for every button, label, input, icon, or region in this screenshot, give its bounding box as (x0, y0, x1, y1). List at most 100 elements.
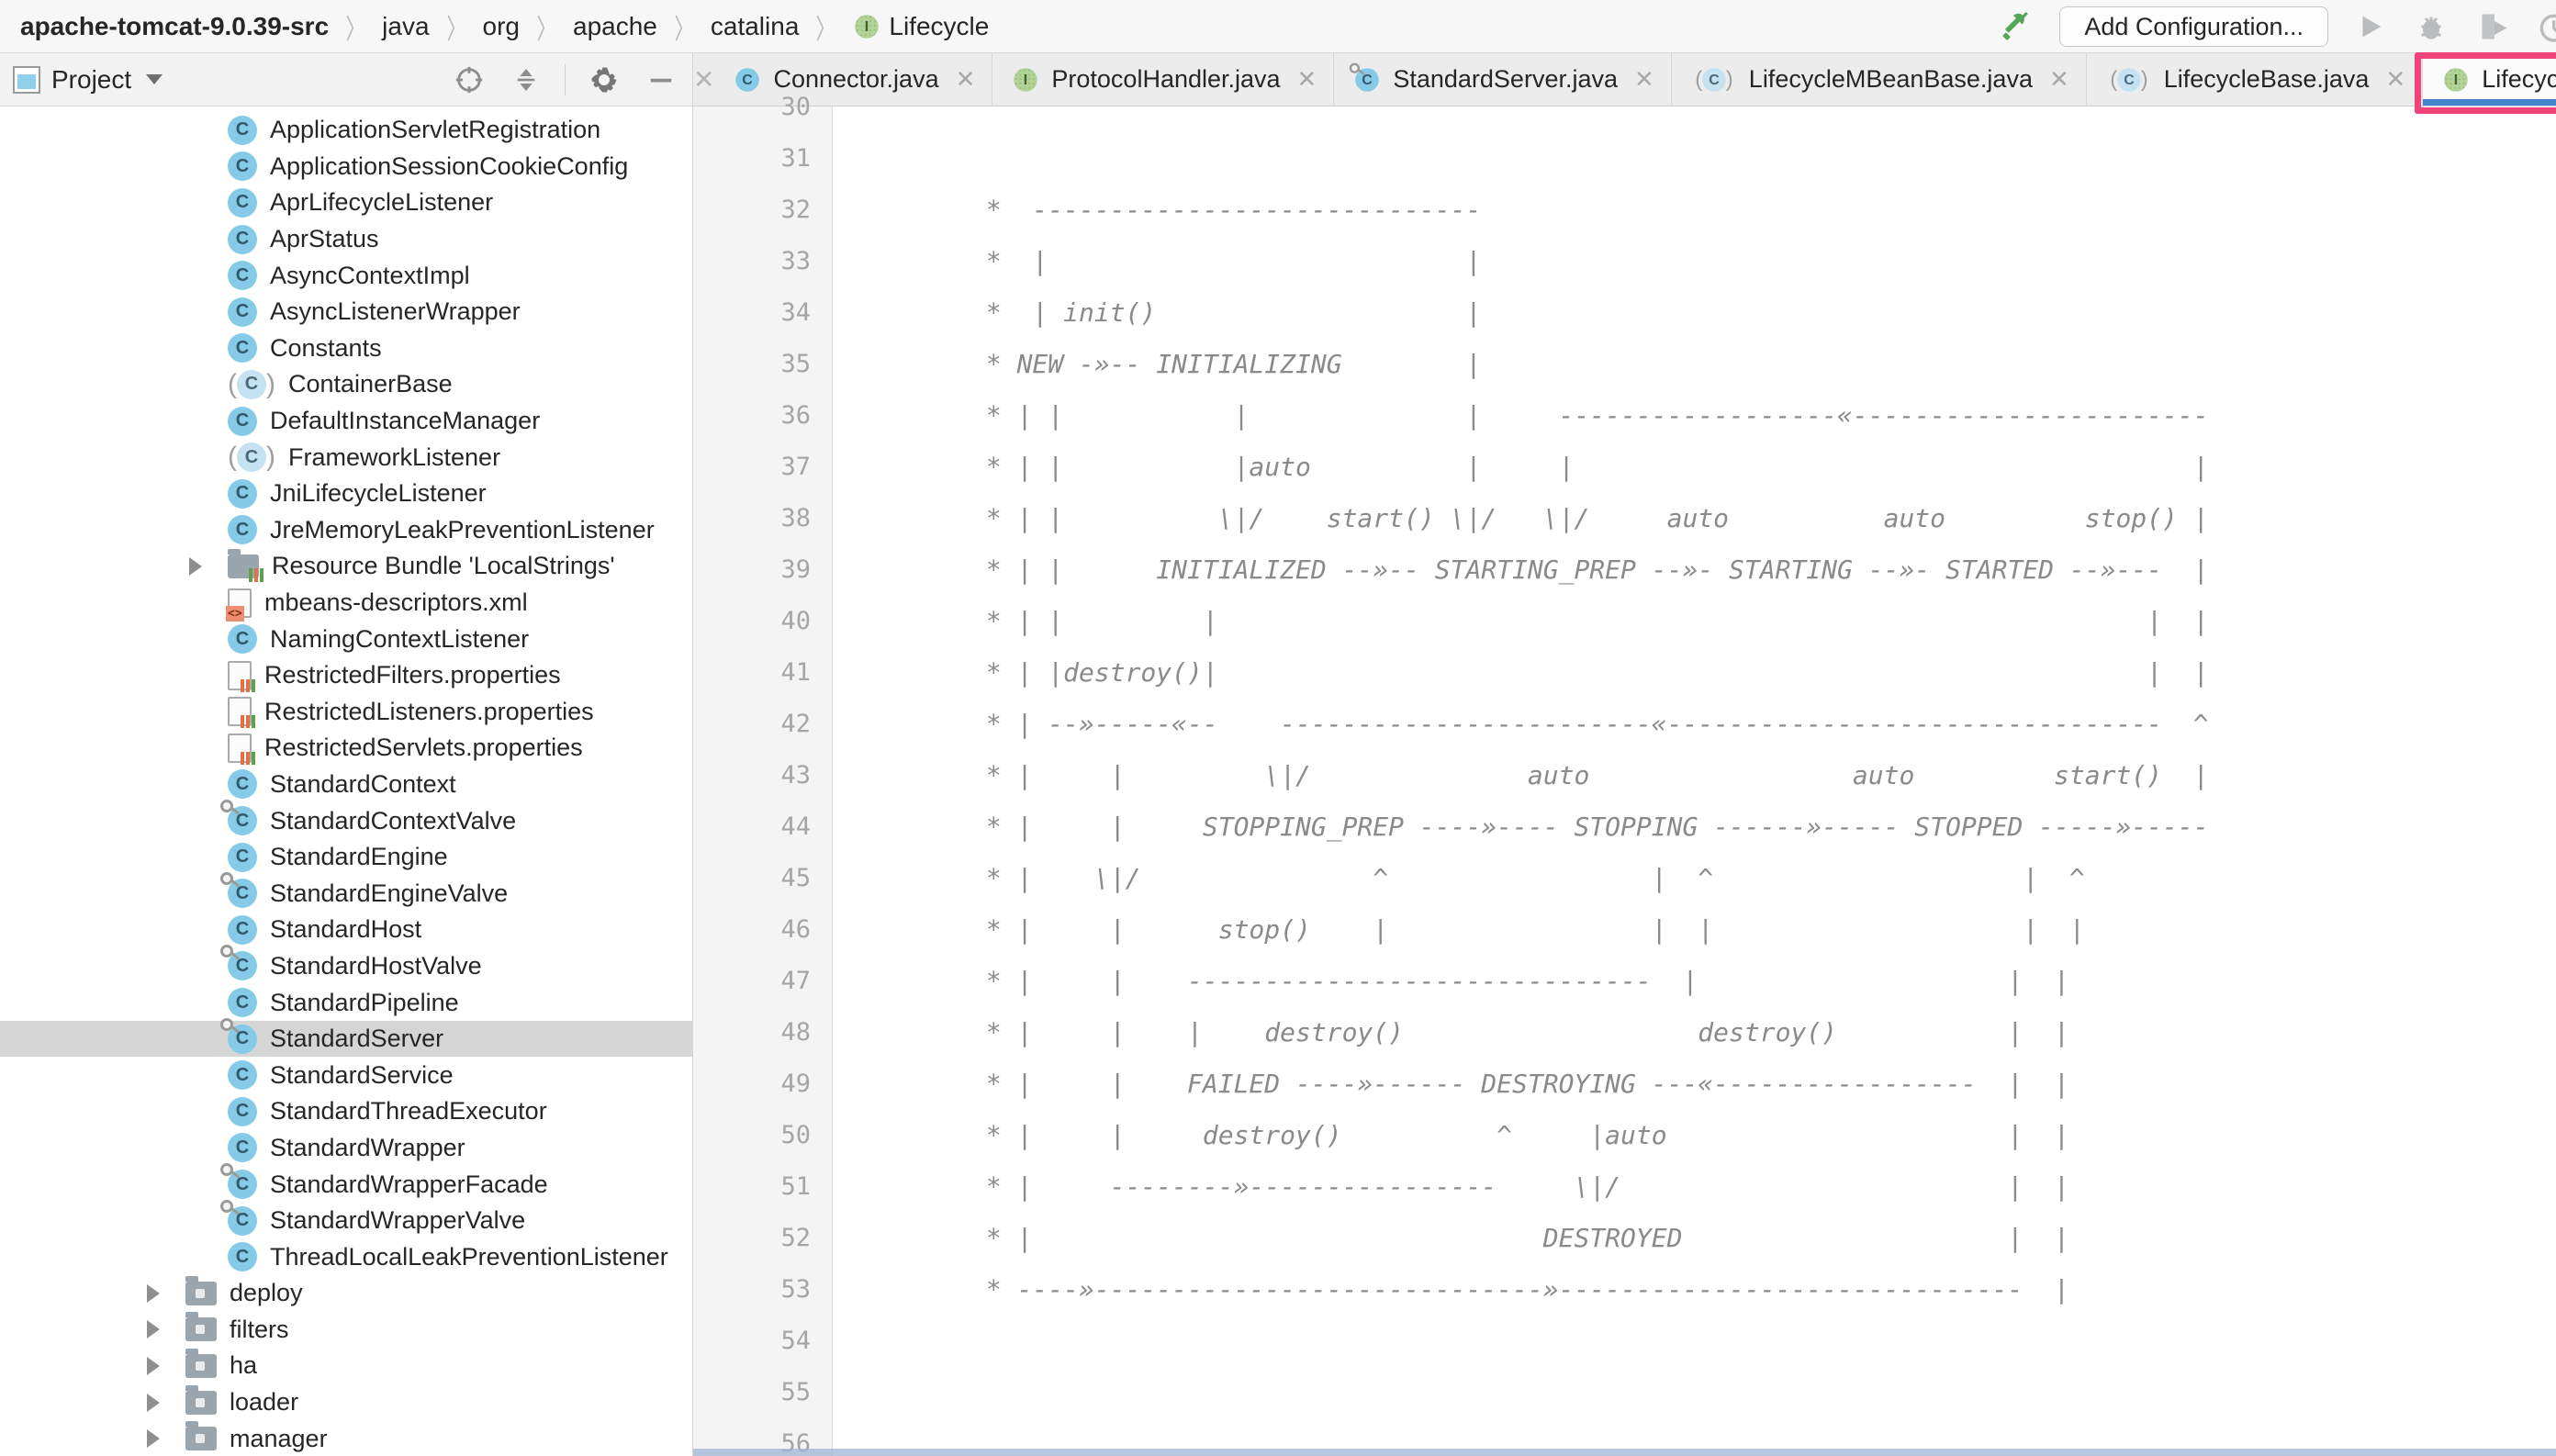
tree-item-standardserver[interactable]: CStandardServer (0, 1021, 692, 1058)
tree-item-standardhostvalve[interactable]: C StandardHostValve (0, 948, 692, 985)
editor-line: 35 * NEW -»-- INITIALIZING | (693, 338, 2556, 389)
profiler-icon[interactable] (2534, 8, 2556, 45)
tree-item-standardwrapperfacade[interactable]: CStandardWrapperFacade (0, 1166, 692, 1203)
resource-bundle-icon (228, 554, 259, 578)
tree-item-standardenginevalve[interactable]: CStandardEngineValve (0, 875, 692, 912)
line-number: 52 (693, 1224, 833, 1252)
add-configuration-button[interactable]: Add Configuration... (2059, 6, 2328, 47)
build-hammer-icon[interactable] (1999, 8, 2035, 45)
tree-item-aprstatus[interactable]: CAprStatus (0, 221, 692, 258)
tree-item-deploy[interactable]: deploy (0, 1275, 692, 1312)
tree-item-label: StandardContext (270, 770, 456, 799)
tree-item-standardservice[interactable]: C StandardService (0, 1057, 692, 1093)
expand-arrow-icon[interactable] (134, 1357, 173, 1375)
locate-icon[interactable] (451, 62, 488, 98)
tree-item-standardpipeline[interactable]: CStandardPipeline (0, 984, 692, 1021)
tree-item-mbeans-descriptors-xml[interactable]: mbeans-descriptors.xml (0, 585, 692, 622)
tree-item-filters[interactable]: filters (0, 1312, 692, 1349)
tree-item-label: RestrictedServlets.properties (264, 734, 583, 762)
code-text: * | | INITIALIZED --»-- STARTING_PREP --… (833, 554, 2209, 585)
tree-item-threadlocalleakpreventionlistener[interactable]: CThreadLocalLeakPreventionListener (0, 1238, 692, 1275)
line-number: 32 (693, 196, 833, 224)
tree-item-standardwrapper[interactable]: CStandardWrapper (0, 1130, 692, 1167)
key-badge-icon (1350, 62, 1360, 73)
tree-item-standardengine[interactable]: CStandardEngine (0, 839, 692, 876)
tree-item-label: FrameworkListener (288, 443, 500, 472)
code-text: * ----------------------------- (833, 195, 1481, 225)
tree-item-constants[interactable]: CConstants (0, 330, 692, 367)
editor-line: 30 (693, 81, 2556, 132)
debug-icon[interactable] (2413, 8, 2450, 45)
editor-line: 40 * | | | | | (693, 595, 2556, 646)
class-icon: C (228, 1170, 257, 1199)
breadcrumb-segment[interactable]: org (483, 12, 520, 41)
tree-item-label: StandardHostValve (270, 952, 482, 980)
expand-arrow-icon[interactable] (134, 1394, 173, 1412)
tree-item-asynccontextimpl[interactable]: CAsyncContextImpl (0, 257, 692, 294)
expand-arrow-icon[interactable] (134, 1429, 173, 1448)
tree-item-jnilifecyclelistener[interactable]: CJniLifecycleListener (0, 476, 692, 512)
tree-item-jrememoryleakpreventionlistener[interactable]: CJreMemoryLeakPreventionListener (0, 512, 692, 549)
breadcrumb-segment[interactable]: java (382, 12, 429, 41)
settings-gear-icon[interactable] (586, 62, 622, 98)
tree-item-standardcontext[interactable]: CStandardContext (0, 767, 692, 803)
tree-item-resource-bundle-localstrings[interactable]: Resource Bundle 'LocalStrings' (0, 548, 692, 585)
project-panel-title[interactable]: Project (51, 65, 131, 95)
tree-item-standardcontextvalve[interactable]: CStandardContextValve (0, 802, 692, 839)
breadcrumb: apache-tomcat-9.0.39-src〉java〉org〉apache… (20, 6, 989, 47)
tree-item-loader[interactable]: loader (0, 1384, 692, 1421)
tree-item-standardwrappervalve[interactable]: CStandardWrapperValve (0, 1203, 692, 1239)
editor-line: 36 * | | | | ------------------«--------… (693, 389, 2556, 441)
collapse-all-icon[interactable] (508, 62, 544, 98)
code-text: * | | |auto | | | (833, 452, 2209, 482)
hide-panel-icon[interactable] (643, 62, 679, 98)
editor-line: 46 * | | stop() | | | | | (693, 903, 2556, 955)
project-tree[interactable]: CApplicationServletRegistrationCApplicat… (0, 106, 693, 1456)
breadcrumb-segment[interactable]: apache-tomcat-9.0.39-src (20, 12, 329, 41)
tree-item-frameworklistener[interactable]: (C)FrameworkListener (0, 439, 692, 476)
editor-line: 38 * | | \|/ start() \|/ \|/ auto auto s… (693, 492, 2556, 543)
editor-line: 31 (693, 132, 2556, 184)
run-with-coverage-icon[interactable] (2473, 8, 2510, 45)
tree-item-manager[interactable]: manager (0, 1420, 692, 1456)
expand-arrow-icon[interactable] (134, 1320, 173, 1338)
divider (565, 64, 566, 95)
abstract-class-icon: C (237, 442, 266, 472)
tree-item-applicationservletregistration[interactable]: CApplicationServletRegistration (0, 112, 692, 149)
folder-icon (185, 1427, 217, 1450)
tree-item-restrictedfilters-properties[interactable]: RestrictedFilters.properties (0, 657, 692, 694)
tree-item-asynclistenerwrapper[interactable]: CAsyncListenerWrapper (0, 294, 692, 330)
tree-item-standardhost[interactable]: CStandardHost (0, 912, 692, 948)
tree-item-namingcontextlistener[interactable]: CNamingContextListener (0, 621, 692, 657)
class-icon: C (228, 1025, 257, 1054)
class-icon: C (228, 1060, 257, 1090)
tree-item-label: StandardHost (270, 915, 421, 944)
tree-item-standardthreadexecutor[interactable]: CStandardThreadExecutor (0, 1093, 692, 1130)
tree-item-ha[interactable]: ha (0, 1348, 692, 1384)
editor-pane[interactable]: 303132 * -----------------------------33… (693, 106, 2556, 1456)
tree-item-restrictedservlets-properties[interactable]: RestrictedServlets.properties (0, 730, 692, 767)
key-badge-icon (220, 1200, 233, 1213)
code-text: * | |destroy()| | | (833, 657, 2209, 688)
run-icon[interactable] (2352, 8, 2389, 45)
breadcrumb-segment[interactable]: apache (573, 12, 657, 41)
expand-arrow-icon[interactable] (176, 557, 215, 576)
tree-item-restrictedlisteners-properties[interactable]: RestrictedListeners.properties (0, 694, 692, 731)
class-icon: C (228, 188, 257, 218)
key-badge-icon (220, 1163, 233, 1176)
code-text: * ----»-----------------------------»---… (833, 1274, 2069, 1305)
expand-arrow-icon[interactable] (134, 1284, 173, 1303)
class-icon: C (228, 1242, 257, 1271)
breadcrumb-segment[interactable]: ILifecycle (852, 12, 989, 41)
chevron-down-icon[interactable] (146, 74, 163, 84)
breadcrumb-segment[interactable]: catalina (711, 12, 800, 41)
editor-bottom-scrollbar[interactable] (693, 1449, 2556, 1456)
tree-item-label: JreMemoryLeakPreventionListener (270, 516, 655, 544)
tree-item-containerbase[interactable]: (C)ContainerBase (0, 366, 692, 403)
class-icon: C (228, 951, 257, 980)
tree-item-defaultinstancemanager[interactable]: CDefaultInstanceManager (0, 403, 692, 440)
tree-item-applicationsessioncookieconfig[interactable]: CApplicationSessionCookieConfig (0, 149, 692, 185)
tree-item-aprlifecyclelistener[interactable]: CAprLifecycleListener (0, 185, 692, 221)
tree-item-label: StandardService (270, 1061, 454, 1090)
editor-line: 48 * | | | destroy() destroy() | | (693, 1006, 2556, 1058)
